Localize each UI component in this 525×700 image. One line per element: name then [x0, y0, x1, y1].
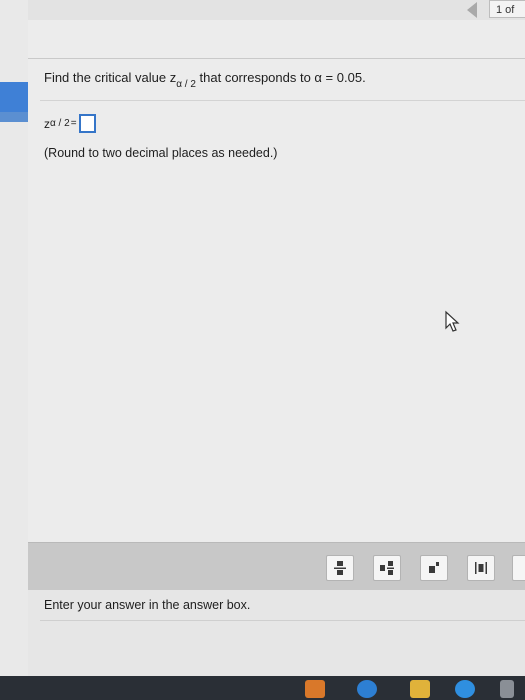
mixed-number-tool-icon [380, 561, 394, 575]
more-tools-button[interactable] [512, 555, 525, 581]
divider [40, 620, 525, 621]
answer-equals: = [70, 118, 77, 129]
screen: 1 of Find the critical value zα / 2 that… [0, 0, 525, 700]
pearson-icon[interactable] [455, 680, 475, 698]
absolute-value-tool-icon [475, 562, 487, 574]
fraction-tool-button[interactable] [326, 555, 354, 581]
system-tray-icon[interactable] [500, 680, 514, 698]
edge-icon[interactable] [357, 680, 377, 698]
divider [40, 100, 525, 101]
file-explorer-icon[interactable] [410, 680, 430, 698]
mouse-cursor-icon [445, 310, 460, 332]
answer-input[interactable] [78, 114, 96, 133]
prompt-prefix: Find the critical value z [44, 70, 177, 85]
prompt-middle: that corresponds to α = 0.05. [195, 70, 366, 85]
page-indicator: 1 of [489, 0, 525, 18]
rounding-hint: (Round to two decimal places as needed.) [44, 146, 278, 160]
answer-line: zα / 2 = [44, 114, 96, 133]
mixed-number-tool-button[interactable] [373, 555, 401, 581]
exponent-tool-icon [429, 562, 439, 573]
absolute-value-tool-button[interactable] [467, 555, 495, 581]
answer-subscript: α / 2 [50, 118, 70, 129]
status-message: Enter your answer in the answer box. [44, 598, 251, 612]
left-accent-bar [0, 82, 28, 112]
taskbar [0, 676, 525, 700]
fraction-tool-icon [334, 561, 346, 575]
divider [28, 58, 525, 59]
question-panel [28, 20, 525, 542]
prompt-subscript: α / 2 [176, 79, 196, 90]
question-prompt: Find the critical value zα / 2 that corr… [44, 70, 366, 90]
top-bar: 1 of [28, 0, 525, 21]
math-tool-strip [28, 542, 525, 591]
previous-question-icon[interactable] [467, 2, 477, 18]
outlook-icon[interactable] [305, 680, 325, 698]
exponent-tool-button[interactable] [420, 555, 448, 581]
left-accent-bar-lower [0, 112, 28, 122]
